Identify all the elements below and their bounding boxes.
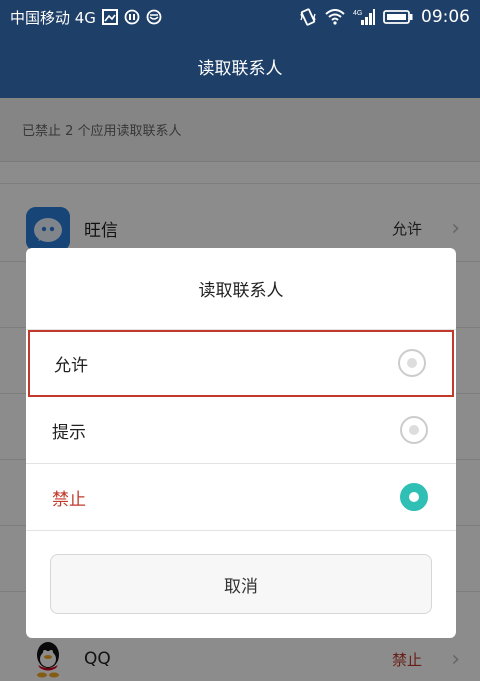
radio-dot-icon — [407, 358, 417, 368]
radio-button[interactable] — [398, 349, 426, 377]
wifi-icon — [325, 9, 345, 25]
radio-dot-icon — [409, 425, 419, 435]
option-allow[interactable]: 允许 — [28, 330, 454, 397]
signal-4g-icon: 4G — [353, 8, 375, 26]
option-label: 允许 — [54, 355, 88, 376]
carrier-label: 中国移动 4G — [10, 8, 96, 27]
emoji-icon — [146, 9, 162, 25]
radio-button[interactable] — [400, 416, 428, 444]
page-title: 读取联系人 — [197, 58, 283, 79]
svg-text:4G: 4G — [353, 10, 362, 17]
radio-button[interactable] — [400, 483, 428, 511]
clock: 09:06 — [421, 7, 470, 27]
settings-icon — [124, 9, 140, 25]
option-label: 禁止 — [52, 489, 86, 510]
dialog-title: 读取联系人 — [26, 248, 456, 330]
status-bar: 中国移动 4G 4G 09:06 — [0, 0, 480, 34]
header: 读取联系人 — [0, 34, 480, 98]
radio-dot-icon — [409, 492, 419, 502]
option-deny[interactable]: 禁止 — [26, 464, 456, 531]
battery-icon — [383, 9, 413, 25]
vibrate-icon — [299, 8, 317, 26]
permission-dialog: 读取联系人 允许 提示 禁止 取消 — [26, 248, 456, 638]
option-label: 提示 — [52, 422, 86, 443]
image-icon — [101, 9, 118, 25]
cancel-button[interactable]: 取消 — [50, 554, 432, 614]
option-prompt[interactable]: 提示 — [26, 397, 456, 464]
